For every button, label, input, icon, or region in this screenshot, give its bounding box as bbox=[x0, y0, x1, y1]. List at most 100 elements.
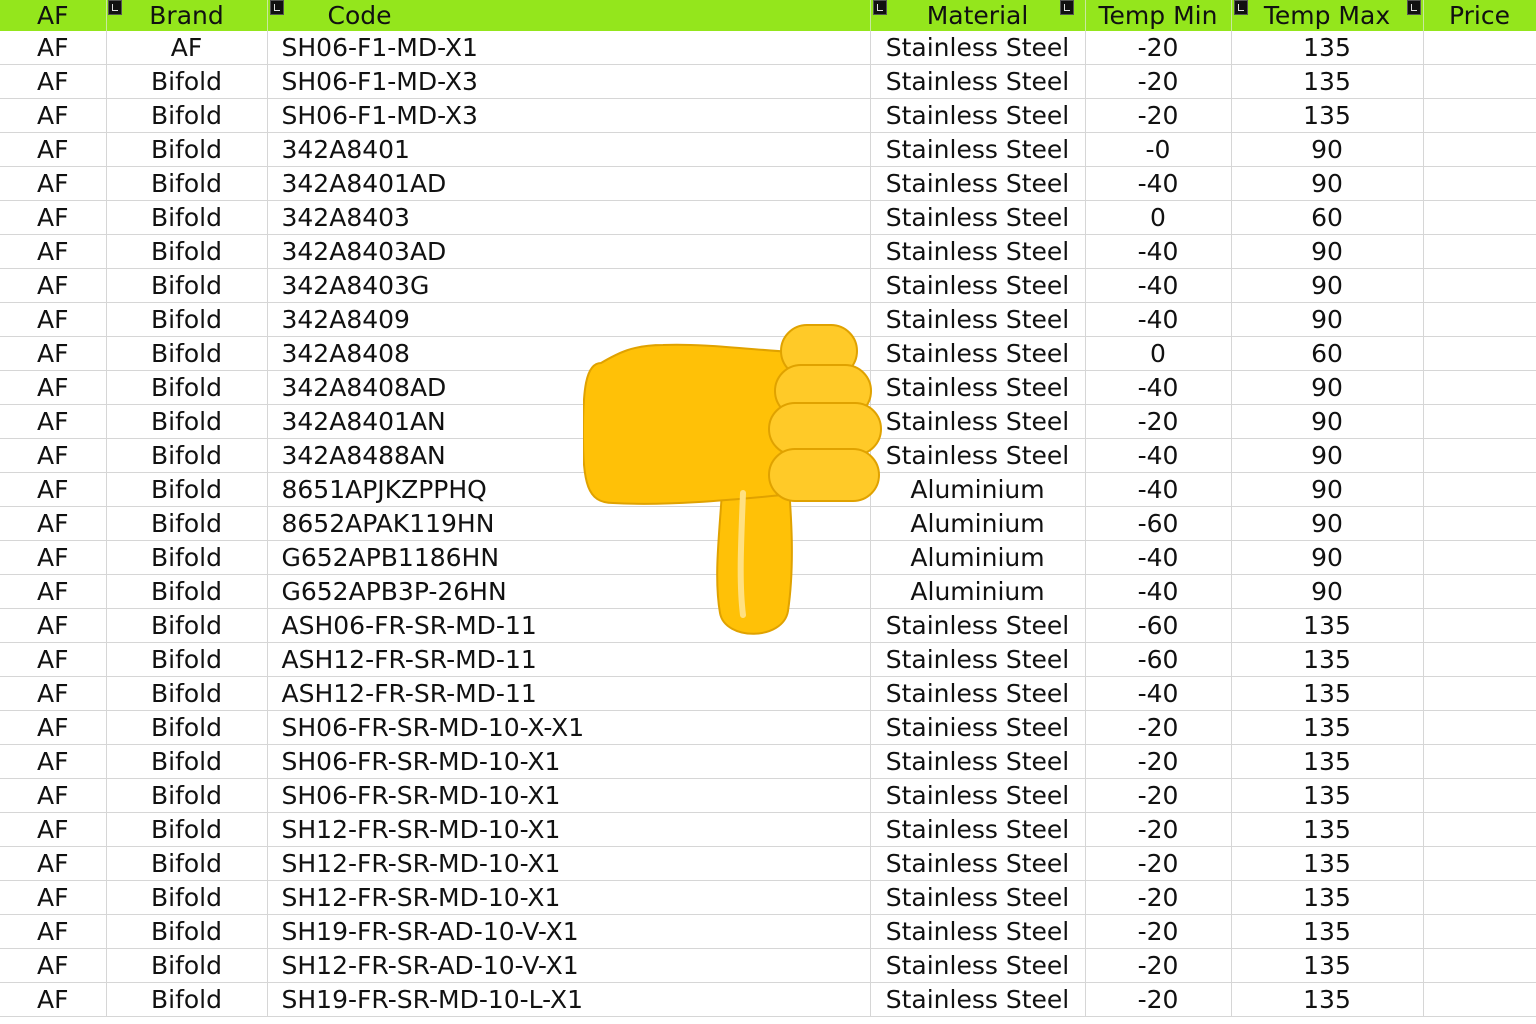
cell-temp-min[interactable]: -20 bbox=[1085, 404, 1232, 439]
cell-price[interactable] bbox=[1423, 676, 1536, 711]
cell-material[interactable]: Stainless Steel bbox=[870, 31, 1086, 65]
cell-temp-max[interactable]: 135 bbox=[1231, 982, 1424, 1017]
cell-price[interactable] bbox=[1423, 540, 1536, 575]
cell-brand[interactable]: Bifold bbox=[106, 880, 268, 915]
cell-temp-max[interactable]: 135 bbox=[1231, 846, 1424, 881]
cell-material[interactable]: Stainless Steel bbox=[870, 948, 1086, 983]
cell-price[interactable] bbox=[1423, 608, 1536, 643]
cell-temp-max[interactable]: 60 bbox=[1231, 336, 1424, 371]
cell-brand[interactable]: Bifold bbox=[106, 846, 268, 881]
cell-brand[interactable]: Bifold bbox=[106, 642, 268, 677]
cell-af[interactable]: AF bbox=[0, 268, 107, 303]
cell-temp-min[interactable]: -20 bbox=[1085, 846, 1232, 881]
cell-material[interactable]: Stainiess Steel bbox=[870, 710, 1086, 745]
cell-temp-max[interactable]: 90 bbox=[1231, 370, 1424, 405]
cell-temp-max[interactable]: 135 bbox=[1231, 676, 1424, 711]
cell-code[interactable]: SH06-FR-SR-MD-10-X1 bbox=[267, 744, 871, 779]
cell-af[interactable]: AF bbox=[0, 914, 107, 949]
cell-brand[interactable]: Bifold bbox=[106, 268, 268, 303]
cell-price[interactable] bbox=[1423, 846, 1536, 881]
cell-temp-min[interactable]: -20 bbox=[1085, 31, 1232, 65]
cell-brand[interactable]: Bifold bbox=[106, 574, 268, 609]
cell-temp-min[interactable]: -20 bbox=[1085, 710, 1232, 745]
cell-material[interactable]: Stainless Steel bbox=[870, 64, 1086, 99]
column-header-brand[interactable]: Brand bbox=[106, 0, 268, 31]
cell-temp-min[interactable]: -40 bbox=[1085, 234, 1232, 269]
cell-af[interactable]: AF bbox=[0, 302, 107, 337]
cell-price[interactable] bbox=[1423, 880, 1536, 915]
cell-price[interactable] bbox=[1423, 574, 1536, 609]
cell-af[interactable]: AF bbox=[0, 710, 107, 745]
cell-af[interactable]: AF bbox=[0, 982, 107, 1017]
cell-material[interactable]: Aluminium bbox=[870, 574, 1086, 609]
cell-temp-min[interactable]: -20 bbox=[1085, 778, 1232, 813]
cell-af[interactable]: AF bbox=[0, 778, 107, 813]
cell-code[interactable]: SH12-FR-SR-MD-10-X1 bbox=[267, 880, 871, 915]
cell-price[interactable] bbox=[1423, 268, 1536, 303]
cell-material[interactable]: Stainless Steel bbox=[870, 846, 1086, 881]
cell-temp-min[interactable]: -20 bbox=[1085, 744, 1232, 779]
cell-temp-max[interactable]: 135 bbox=[1231, 31, 1424, 65]
cell-af[interactable]: AF bbox=[0, 880, 107, 915]
cell-price[interactable] bbox=[1423, 472, 1536, 507]
cell-brand[interactable]: Bifold bbox=[106, 166, 268, 201]
column-header-temp-min[interactable]: Temp Min bbox=[1059, 0, 1232, 31]
cell-af[interactable]: AF bbox=[0, 166, 107, 201]
cell-temp-min[interactable]: -40 bbox=[1085, 540, 1232, 575]
cell-brand[interactable]: Bifold bbox=[106, 914, 268, 949]
cell-brand[interactable]: Bifold bbox=[106, 608, 268, 643]
cell-temp-max[interactable]: 90 bbox=[1231, 132, 1424, 167]
cell-price[interactable] bbox=[1423, 642, 1536, 677]
cell-material[interactable]: Stainless Steel bbox=[870, 914, 1086, 949]
cell-temp-min[interactable]: -0 bbox=[1085, 132, 1232, 167]
cell-code[interactable]: SH06-F1-MD-X3 bbox=[267, 98, 871, 133]
column-header-af[interactable]: AF bbox=[0, 0, 107, 31]
cell-temp-max[interactable]: 90 bbox=[1231, 506, 1424, 541]
cell-brand[interactable]: AF bbox=[106, 31, 268, 65]
cell-temp-max[interactable]: 135 bbox=[1231, 98, 1424, 133]
cell-price[interactable] bbox=[1423, 744, 1536, 779]
cell-temp-min[interactable]: -40 bbox=[1085, 574, 1232, 609]
cell-brand[interactable]: Bifold bbox=[106, 200, 268, 235]
cell-brand[interactable]: Bifold bbox=[106, 812, 268, 847]
column-header-material[interactable]: Material bbox=[870, 0, 1086, 31]
cell-code[interactable]: SH06-F1-MD-X1 bbox=[267, 31, 871, 65]
cell-brand[interactable]: Bifold bbox=[106, 404, 268, 439]
cell-temp-min[interactable]: -40 bbox=[1085, 676, 1232, 711]
cell-brand[interactable]: Bifold bbox=[106, 438, 268, 473]
cell-temp-min[interactable]: -60 bbox=[1085, 642, 1232, 677]
cell-price[interactable] bbox=[1423, 132, 1536, 167]
filter-dropdown-icon[interactable] bbox=[1059, 0, 1074, 15]
cell-af[interactable]: AF bbox=[0, 404, 107, 439]
cell-brand[interactable]: Bifold bbox=[106, 370, 268, 405]
cell-af[interactable]: AF bbox=[0, 642, 107, 677]
cell-temp-min[interactable]: -40 bbox=[1085, 438, 1232, 473]
cell-price[interactable] bbox=[1423, 370, 1536, 405]
cell-brand[interactable]: Bifold bbox=[106, 506, 268, 541]
cell-temp-max[interactable]: 90 bbox=[1231, 472, 1424, 507]
cell-temp-min[interactable]: -20 bbox=[1085, 64, 1232, 99]
cell-temp-max[interactable]: 135 bbox=[1231, 812, 1424, 847]
cell-brand[interactable]: Bifold bbox=[106, 948, 268, 983]
cell-material[interactable]: Stainless Steel bbox=[870, 336, 1086, 371]
filter-dropdown-icon[interactable] bbox=[1406, 0, 1421, 15]
cell-material[interactable]: Stainless Steel bbox=[870, 880, 1086, 915]
cell-code[interactable]: 342A8403AD bbox=[267, 234, 871, 269]
cell-material[interactable]: Stainless Steel bbox=[870, 132, 1086, 167]
cell-af[interactable]: AF bbox=[0, 370, 107, 405]
cell-price[interactable] bbox=[1423, 914, 1536, 949]
cell-temp-max[interactable]: 135 bbox=[1231, 948, 1424, 983]
cell-af[interactable]: AF bbox=[0, 200, 107, 235]
cell-temp-min[interactable]: -40 bbox=[1085, 302, 1232, 337]
cell-material[interactable]: Stainless Steel bbox=[870, 744, 1086, 779]
cell-material[interactable]: Stainless Steel bbox=[870, 812, 1086, 847]
cell-temp-max[interactable]: 135 bbox=[1231, 778, 1424, 813]
cell-brand[interactable]: Bifold bbox=[106, 744, 268, 779]
cell-material[interactable]: Stainless Steel bbox=[870, 982, 1086, 1017]
cell-af[interactable]: AF bbox=[0, 234, 107, 269]
cell-code[interactable]: SH12-FR-SR-MD-10-X1 bbox=[267, 812, 871, 847]
filter-dropdown-icon[interactable] bbox=[1233, 0, 1248, 15]
cell-price[interactable] bbox=[1423, 404, 1536, 439]
cell-af[interactable]: AF bbox=[0, 812, 107, 847]
column-header-code[interactable]: Code bbox=[267, 0, 871, 31]
